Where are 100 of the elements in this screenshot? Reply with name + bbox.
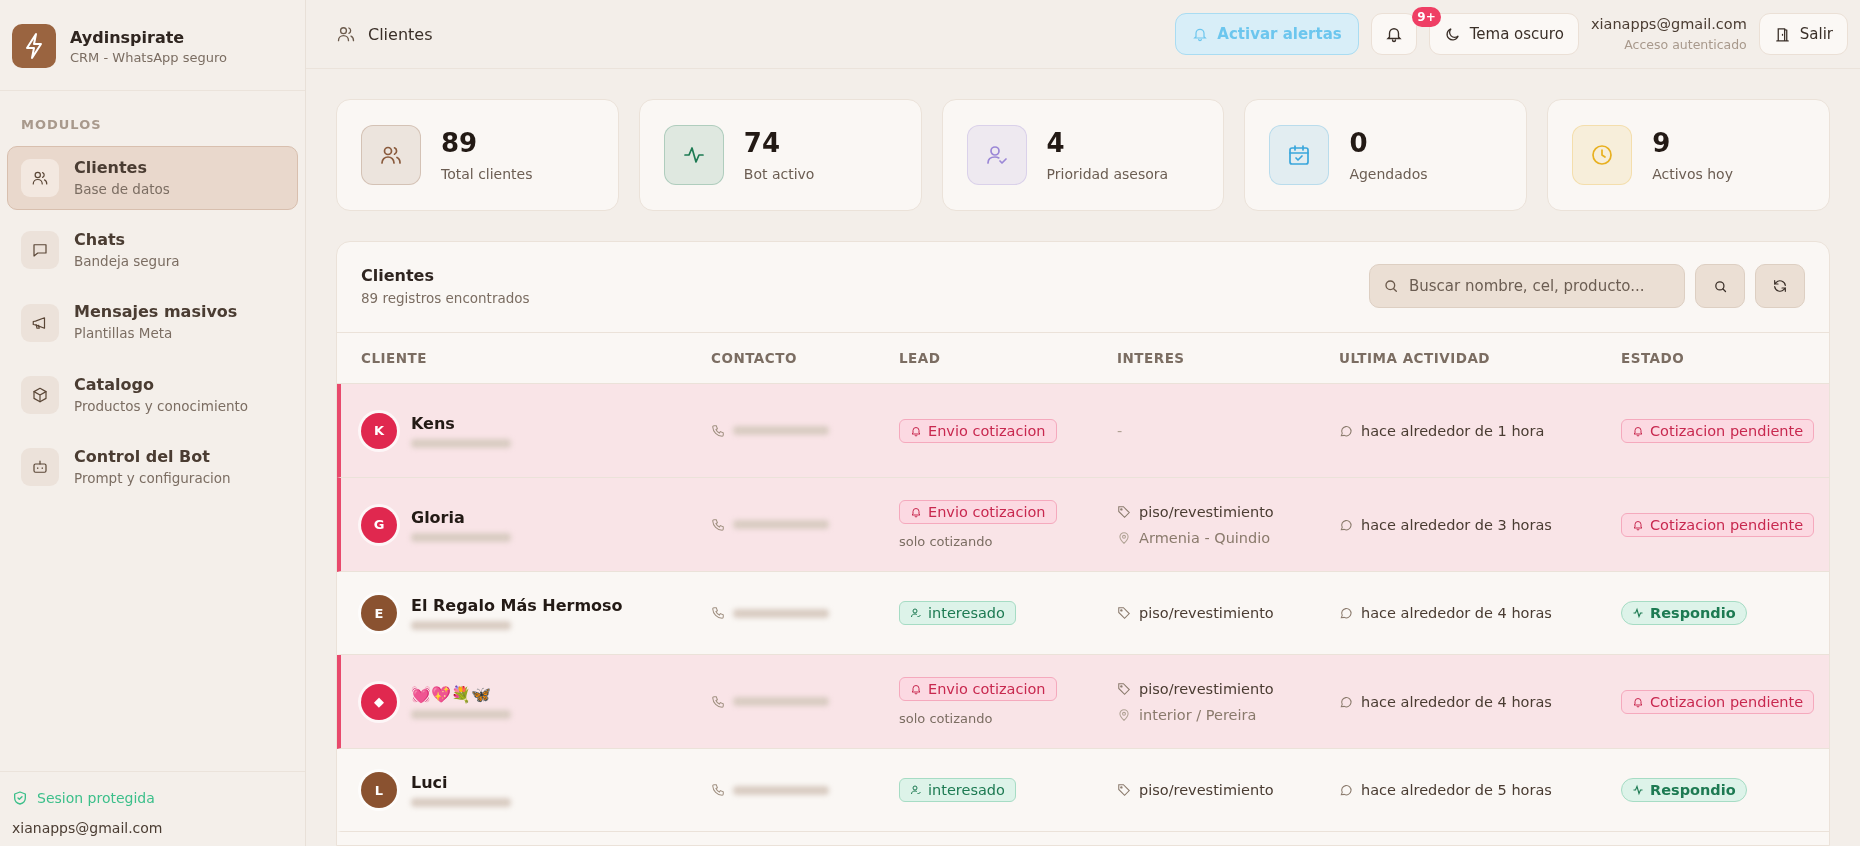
location-pin-icon	[1117, 707, 1131, 722]
chat-icon	[1339, 423, 1353, 438]
status-badge: Cotizacion pendiente	[1621, 512, 1815, 537]
record-count: 89 registros encontrados	[361, 290, 530, 306]
avatar: G	[361, 506, 397, 543]
client-name: Kens	[411, 413, 456, 433]
interest-text: interior / Pereira	[1139, 706, 1257, 723]
users-icon	[336, 24, 356, 44]
table-row[interactable]: ◆ 💓💖💐🦋 Envio cotizacion solo cotizando piso/revestimiento interior / Pereira hace alrededor de 4 horas Cotizacion pendiente	[337, 655, 1829, 749]
table-row[interactable]: L Luci interesado piso/revestimiento hace alrededor de 5 horas Respondio	[337, 749, 1829, 832]
bell-icon	[910, 683, 922, 695]
column-header: LEAD	[899, 350, 942, 366]
user-check-icon	[910, 607, 922, 619]
stat-value: 9	[1652, 128, 1672, 158]
notifications-button[interactable]	[1370, 13, 1417, 55]
column-header: ESTADO	[1621, 350, 1686, 366]
nav-sublabel: Bandeja segura	[74, 252, 181, 271]
pulse-icon	[1632, 607, 1644, 619]
activity-time: hace alrededor de 4 horas	[1361, 693, 1552, 710]
nav-sublabel: Base de datos	[74, 180, 171, 199]
column-header: ULTIMA ACTIVIDAD	[1339, 350, 1492, 366]
interest-text: -	[1117, 422, 1123, 439]
activity-time: hace alrededor de 4 horas	[1361, 605, 1552, 621]
table-row[interactable]: G Gloria Envio cotizacion solo cotizando piso/revestimiento Armenia - Quindio hace alrededor de 3 horas Cotizacion pendiente	[337, 478, 1829, 572]
user-check-icon	[910, 784, 922, 796]
pulse-icon	[1632, 784, 1644, 796]
tag-icon	[1117, 504, 1131, 519]
client-name: Luci	[411, 773, 449, 792]
bell-icon	[1632, 424, 1644, 437]
nav-label: Control del Bot	[74, 446, 211, 466]
clock-icon	[1590, 143, 1615, 167]
phone-icon	[711, 694, 725, 709]
status-badge: Cotizacion pendiente	[1621, 418, 1815, 443]
location-pin-icon	[1117, 530, 1131, 545]
access-status: Acceso autenticado	[1624, 37, 1747, 52]
bell-icon	[1384, 25, 1403, 43]
stat-value: 89	[441, 128, 479, 158]
activity-time: hace alrededor de 5 horas	[1361, 782, 1552, 798]
stat-label: Agendados	[1349, 166, 1428, 182]
nav-item[interactable]: Mensajes masivos Plantillas Meta	[7, 290, 298, 355]
avatar: ◆	[361, 683, 397, 720]
nav-item[interactable]: Catalogo Productos y conocimiento	[7, 362, 298, 427]
brand-subtitle: CRM - WhatsApp seguro	[70, 49, 227, 65]
notification-badge: 9+	[1412, 7, 1441, 27]
nav-sublabel: Plantillas Meta	[74, 324, 174, 343]
column-header: INTERES	[1117, 350, 1186, 366]
search-icon	[1383, 278, 1399, 294]
phone-icon	[711, 783, 725, 797]
search-icon	[1712, 278, 1728, 294]
stat-label: Total clientes	[441, 166, 533, 182]
bell-icon	[1632, 518, 1644, 531]
column-header: CLIENTE	[361, 350, 428, 366]
nav-item[interactable]: Chats Bandeja segura	[7, 218, 298, 283]
calendar-icon	[1287, 143, 1312, 167]
stat-value: 74	[743, 128, 781, 158]
lead-badge: Envio cotizacion	[899, 677, 1057, 701]
nav-item[interactable]: Clientes Base de datos	[7, 146, 298, 211]
table-row[interactable]: K Kens Envio cotizacion - hace alrededor de 1 hora Cotizacion pendiente	[337, 384, 1829, 478]
chat-icon	[1339, 694, 1353, 709]
page-title: Clientes	[368, 24, 433, 44]
interest-text: Armenia - Quindio	[1139, 529, 1271, 546]
section-heading: MODULOS	[20, 116, 103, 134]
nav-label: Chats	[74, 230, 127, 250]
session-status: Sesion protegida	[37, 790, 155, 806]
search-field[interactable]: Buscar nombre, cel, producto...	[1369, 264, 1685, 308]
users-icon	[31, 169, 49, 188]
column-header: CONTACTO	[711, 350, 798, 366]
chat-icon	[1339, 783, 1353, 797]
lead-note: solo cotizando	[899, 534, 993, 549]
bell-icon	[910, 506, 922, 518]
avatar: E	[361, 595, 397, 631]
activity-time: hace alrededor de 3 horas	[1361, 516, 1552, 533]
lead-note: solo cotizando	[899, 711, 993, 726]
phone-icon	[711, 517, 725, 532]
user-email: xianapps@gmail.com	[12, 820, 164, 836]
brand-name: Aydinspirate	[70, 27, 186, 47]
refresh-icon	[1772, 278, 1788, 294]
client-name: 💓💖💐🦋	[411, 684, 492, 704]
logout-button[interactable]: Salir	[1758, 13, 1848, 55]
box-icon	[31, 385, 49, 404]
chat-icon	[1339, 517, 1353, 532]
nav-label: Catalogo	[74, 374, 155, 394]
user-check-icon	[984, 143, 1009, 167]
nav-item[interactable]: Control del Bot Prompt y configuracion	[7, 434, 298, 500]
tag-icon	[1117, 681, 1131, 696]
bell-icon	[1632, 695, 1644, 708]
bolt-logo-icon	[12, 24, 56, 68]
search-button[interactable]	[1695, 264, 1745, 308]
door-icon	[1773, 25, 1791, 43]
refresh-button[interactable]	[1755, 264, 1805, 308]
client-name: El Regalo Más Hermoso	[411, 596, 623, 615]
stat-value: 0	[1349, 128, 1369, 158]
nav-sublabel: Prompt y configuracion	[74, 468, 232, 488]
stat-value: 4	[1046, 128, 1066, 158]
status-badge: Respondio	[1621, 778, 1747, 802]
avatar: L	[361, 772, 397, 808]
nav-label: Mensajes masivos	[74, 302, 239, 322]
moon-icon	[1443, 25, 1461, 43]
lead-badge: Envio cotizacion	[899, 418, 1057, 443]
interest-text: piso/revestimiento	[1139, 680, 1274, 697]
